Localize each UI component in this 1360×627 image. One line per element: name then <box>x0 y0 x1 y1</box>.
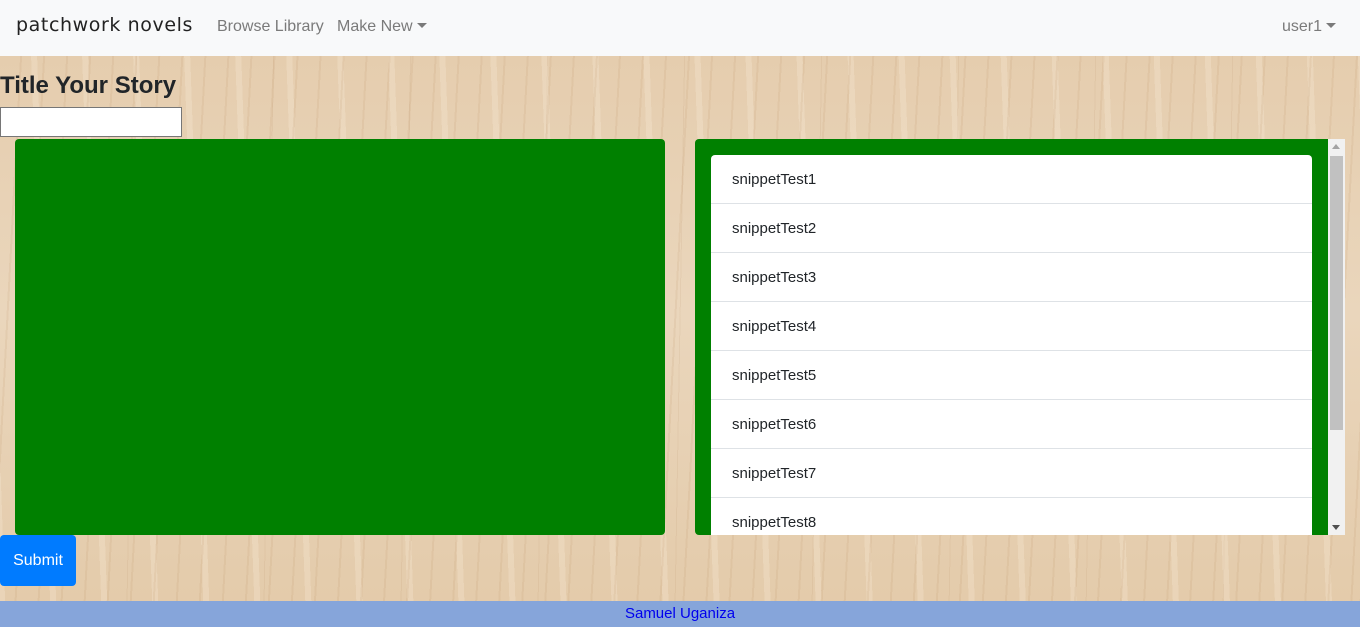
page-footer: Samuel Uganiza <box>0 601 1360 627</box>
list-item[interactable]: snippetTest8 <box>711 498 1312 535</box>
list-item[interactable]: snippetTest4 <box>711 302 1312 351</box>
submit-button[interactable]: Submit <box>0 535 76 586</box>
user-name-label: user1 <box>1281 18 1322 35</box>
author-link[interactable]: Samuel Uganiza <box>625 605 735 622</box>
list-item[interactable]: snippetTest2 <box>711 204 1312 253</box>
scroll-down-arrow-icon[interactable] <box>1332 525 1340 530</box>
browse-library-link[interactable]: Browse Library <box>217 18 324 36</box>
caret-down-icon <box>416 23 427 28</box>
snippet-list: snippetTest1 snippetTest2 snippetTest3 s… <box>711 155 1312 535</box>
list-item[interactable]: snippetTest7 <box>711 449 1312 498</box>
title-your-story-heading: Title Your Story <box>0 72 177 99</box>
user-menu-dropdown[interactable]: user1 <box>1282 18 1336 36</box>
list-item[interactable]: snippetTest5 <box>711 351 1312 400</box>
caret-down-icon <box>1326 23 1336 28</box>
make-new-dropdown[interactable]: Make New <box>337 18 427 36</box>
list-item[interactable]: snippetTest1 <box>711 155 1312 204</box>
snippet-panel: snippetTest1 snippetTest2 snippetTest3 s… <box>695 139 1345 535</box>
scroll-up-arrow-icon[interactable] <box>1332 144 1340 149</box>
brand-logo[interactable]: patchwork novels <box>16 14 193 36</box>
list-item[interactable]: snippetTest3 <box>711 253 1312 302</box>
list-item[interactable]: snippetTest6 <box>711 400 1312 449</box>
make-new-label: Make New <box>337 18 413 35</box>
snippet-scrollbar[interactable] <box>1328 139 1345 535</box>
story-canvas[interactable] <box>15 139 665 535</box>
top-navbar: patchwork novels Browse Library Make New… <box>0 0 1360 56</box>
story-title-input[interactable] <box>0 107 182 137</box>
scroll-thumb[interactable] <box>1330 156 1343 430</box>
